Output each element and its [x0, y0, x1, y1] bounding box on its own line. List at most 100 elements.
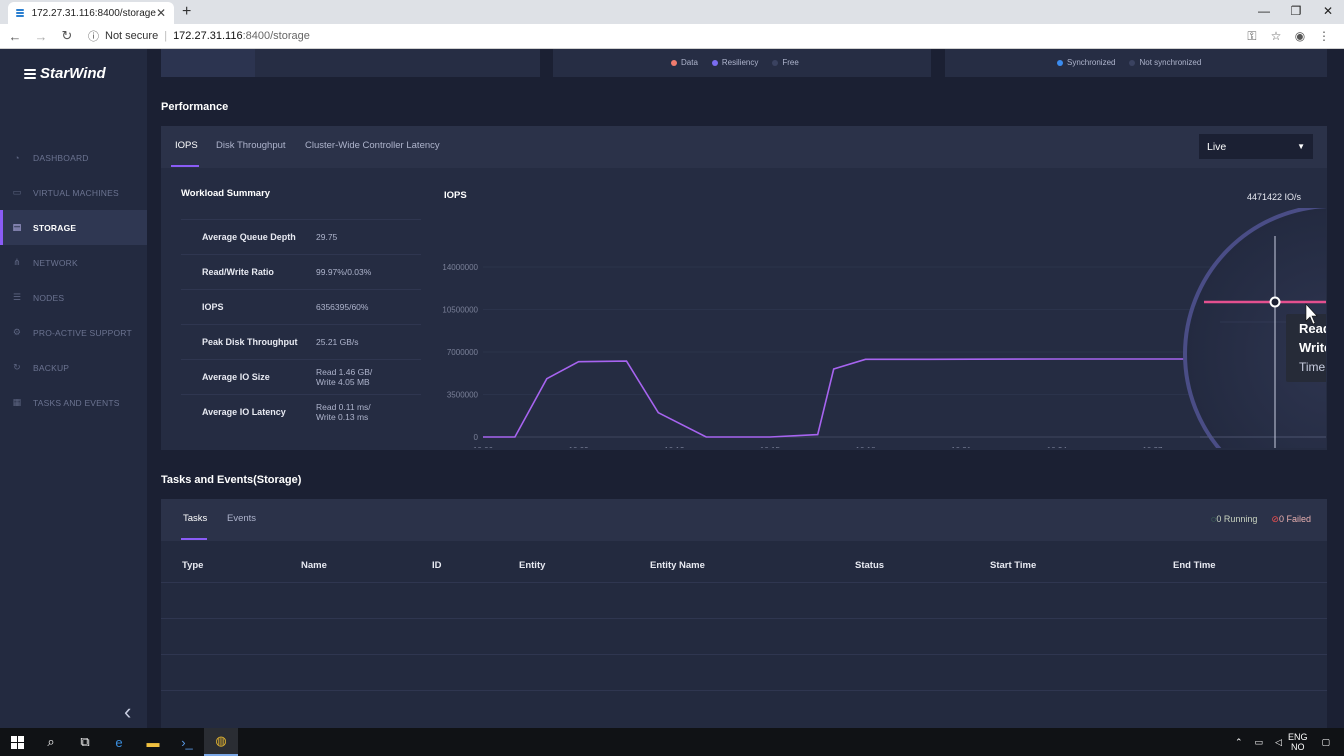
y-tick-label: 14000000 — [442, 263, 478, 272]
tasks-tabs: Tasks Events ◌0 Running ⊘0 Failed — [161, 499, 1327, 541]
legend-label: Synchronized — [1067, 58, 1116, 67]
sidebar: StarWind ◔ DASHBOARD ▭ VIRTUAL MACHINES ▤ STO… — [0, 49, 147, 728]
maximize-button[interactable]: ❐ — [1280, 0, 1312, 24]
info-icon[interactable]: ⓘ — [88, 28, 99, 44]
tab-close-icon[interactable]: ✕ — [156, 6, 166, 20]
workload-value-line: Write 0.13 ms — [316, 412, 369, 422]
start-button[interactable] — [0, 728, 34, 756]
time-range-select[interactable]: Live ▼ — [1199, 134, 1313, 159]
tasks-events-title: Tasks and Events(Storage) — [161, 474, 302, 486]
workload-value: 6356395/60% — [316, 302, 368, 312]
edge-icon[interactable]: e — [102, 728, 136, 756]
url-field[interactable]: ⓘ Not secure | 172.27.31.116 :8400/stora… — [88, 28, 310, 44]
workload-value-line: 29.75 — [316, 232, 338, 242]
sidebar-nav: ◔ DASHBOARD ▭ VIRTUAL MACHINES ▤ STORAGE ⋔ NETW… — [0, 140, 147, 420]
forward-icon[interactable]: → — [30, 29, 52, 44]
workload-value: 25.21 GB/s — [316, 337, 359, 347]
chrome-icon[interactable]: ◍ — [204, 728, 238, 756]
column-header-entity-name[interactable]: Entity Name — [650, 560, 705, 571]
sidebar-item-virtual-machines[interactable]: ▭ VIRTUAL MACHINES — [0, 175, 147, 210]
column-header-status[interactable]: Status — [855, 560, 884, 571]
powershell-icon[interactable]: ›_ — [170, 728, 204, 756]
running-count: ◌0 Running — [1211, 514, 1257, 525]
menu-icon[interactable]: ⋮ — [1312, 29, 1336, 44]
sidebar-item-tasks-and-events[interactable]: ▦ TASKS AND EVENTS — [0, 385, 147, 420]
account-icon[interactable]: ◉ — [1288, 29, 1312, 44]
window-controls: — ❐ ✕ — [1248, 0, 1344, 24]
y-axis-ticks: 0 3500000 7000000 10500000 14000000 — [442, 263, 478, 442]
legend-item: Synchronized — [1057, 58, 1115, 67]
legend-label: Resiliency — [721, 58, 759, 67]
workload-value-line: 99.97%/0.03% — [316, 267, 372, 277]
workload-row: Average IO Size Read 1.46 GB/Write 4.05 M… — [181, 359, 421, 394]
workload-row: Read/Write Ratio 99.97%/0.03% — [181, 254, 421, 289]
column-header-id[interactable]: ID — [432, 560, 442, 571]
tooltip-writes: Writes: 526 IO/s — [1299, 340, 1326, 355]
tab-tasks[interactable]: Tasks — [183, 513, 207, 524]
tab-controller-latency[interactable]: Cluster-Wide Controller Latency — [305, 140, 440, 151]
legend-label: Not synchronized — [1139, 58, 1202, 67]
legend-dot-icon — [772, 59, 779, 66]
sidebar-item-pro-active-support[interactable]: ⚙ PRO-ACTIVE SUPPORT — [0, 315, 147, 350]
collapse-sidebar-icon[interactable]: ‹ — [124, 699, 131, 725]
tab-events[interactable]: Events — [227, 513, 256, 524]
back-icon[interactable]: ← — [4, 29, 26, 44]
language-indicator[interactable]: ENG NO — [1288, 732, 1308, 752]
task-view-icon[interactable]: ⧉ — [68, 728, 102, 756]
star-icon[interactable]: ☆ — [1264, 29, 1288, 44]
close-window-button[interactable]: ✕ — [1312, 0, 1344, 24]
performance-title: Performance — [161, 101, 229, 113]
top-cards: Data Resiliency Free Synchronized Not synch… — [161, 49, 1327, 77]
column-header-name[interactable]: Name — [301, 560, 327, 571]
column-header-end-time[interactable]: End Time — [1173, 560, 1216, 571]
workload-row: Average Queue Depth 29.75 — [181, 219, 421, 254]
sidebar-item-label: BACKUP — [33, 362, 70, 373]
url-path: :8400/storage — [242, 30, 310, 42]
sidebar-item-storage[interactable]: ▤ STORAGE — [0, 210, 147, 245]
iops-chart[interactable]: 0350000070000001050000014000000 10:0610:… — [416, 208, 1326, 448]
y-tick-label: 3500000 — [447, 391, 479, 400]
key-icon[interactable]: ⚿ — [1240, 29, 1264, 44]
legend-dot-icon — [1057, 59, 1063, 66]
new-tab-button[interactable]: + — [182, 3, 191, 21]
hover-point[interactable] — [1269, 296, 1281, 308]
network-tray-icon[interactable]: ▭ — [1255, 737, 1264, 748]
tasks-icon: ▦ — [12, 397, 22, 407]
storage-icon: ▤ — [12, 222, 22, 232]
workload-value-line: Read 1.46 GB/ — [316, 367, 373, 377]
notifications-icon[interactable]: ▢ — [1321, 737, 1330, 748]
backup-icon: ↻ — [13, 362, 21, 372]
column-header-entity[interactable]: Entity — [519, 560, 545, 571]
x-tick-label: 10:21 — [951, 446, 972, 448]
sidebar-item-nodes[interactable]: ☰ NODES — [0, 280, 147, 315]
workload-label: Read/Write Ratio — [202, 267, 274, 277]
sidebar-item-label: NETWORK — [33, 257, 78, 268]
column-header-start-time[interactable]: Start Time — [990, 560, 1036, 571]
magnifier-lens: 10:33 10:36 Reads: 6420417 IO/s Writes: … — [1183, 208, 1326, 448]
tab-disk-throughput[interactable]: Disk Throughput — [216, 140, 286, 151]
chart-readout: 4471422 IO/s — [1247, 192, 1302, 202]
keyboard-layout: NO — [1290, 742, 1305, 752]
legend-item: Data — [671, 58, 698, 67]
minimize-button[interactable]: — — [1248, 0, 1280, 24]
legend-item: Resiliency — [711, 58, 759, 67]
browser-tab[interactable]: 172.27.31.116:8400/storage ✕ — [8, 2, 174, 24]
sidebar-item-dashboard[interactable]: ◔ DASHBOARD — [0, 140, 147, 175]
support-icon: ⚙ — [12, 327, 22, 337]
sidebar-item-backup[interactable]: ↻ BACKUP — [0, 350, 147, 385]
failed-count: ⊘0 Failed — [1271, 514, 1311, 525]
search-icon[interactable]: ⌕ — [34, 728, 68, 756]
legend-item: Not synchronized — [1129, 58, 1201, 67]
reload-icon[interactable]: ↻ — [56, 28, 78, 44]
tasks-panel: Tasks Events ◌0 Running ⊘0 Failed Type Na… — [161, 499, 1327, 728]
sidebar-item-network[interactable]: ⋔ NETWORK — [0, 245, 147, 280]
file-explorer-icon[interactable]: ▬ — [136, 728, 170, 756]
address-bar-icons: ⚿ ☆ ◉ ⋮ — [1240, 29, 1336, 44]
tab-iops[interactable]: IOPS — [175, 140, 198, 151]
volume-icon[interactable]: ◁ — [1275, 737, 1282, 748]
starwind-logo[interactable]: StarWind — [24, 65, 106, 82]
column-header-type[interactable]: Type — [182, 560, 203, 571]
workload-label: Average IO Size — [202, 372, 270, 382]
workload-label: IOPS — [202, 302, 224, 312]
tray-chevron-icon[interactable]: ⌃ — [1235, 737, 1243, 748]
